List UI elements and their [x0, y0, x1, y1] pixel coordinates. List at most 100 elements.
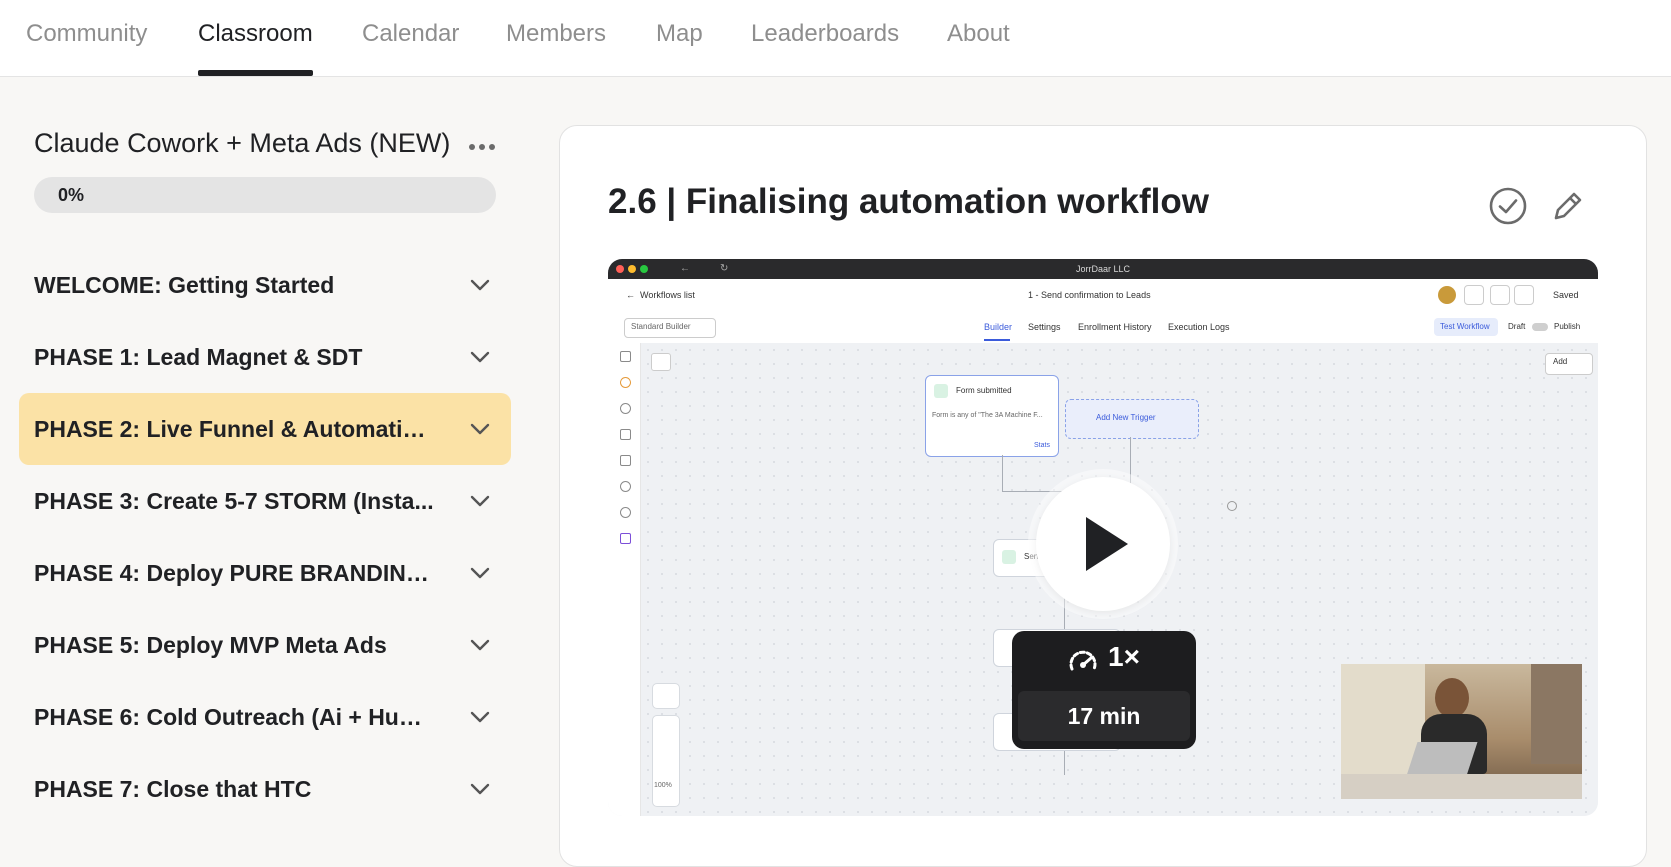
module-phase-4[interactable]: PHASE 4: Deploy PURE BRANDING ... [19, 537, 511, 609]
module-phase-6[interactable]: PHASE 6: Cold Outreach (Ai + Hum... [19, 681, 511, 753]
top-navigation: Community Classroom Calendar Members Map… [0, 0, 1671, 77]
screen-redo-icon [1514, 285, 1534, 305]
module-phase-2[interactable]: PHASE 2: Live Funnel & Automations [19, 393, 511, 465]
screen-side-rail [608, 343, 641, 816]
chevron-down-icon [470, 423, 490, 435]
lesson-title: 2.6 | Finalising automation workflow [608, 182, 1209, 221]
chevron-down-icon [470, 495, 490, 507]
screen-avatar [1438, 286, 1456, 304]
screen-rail-icon [620, 481, 631, 492]
screen-draft-label: Draft [1508, 322, 1526, 331]
webcam-desk [1341, 774, 1582, 799]
screen-undo-icon [1490, 285, 1510, 305]
screen-tab-builder: Builder [984, 322, 1013, 332]
screen-add-button-label: Add [1553, 357, 1568, 366]
video-duration: 17 min [1067, 703, 1141, 729]
screen-app-header: ← Workflows list 1 - Send confirmation t… [608, 279, 1598, 314]
module-phase-5[interactable]: PHASE 5: Deploy MVP Meta Ads [19, 609, 511, 681]
chevron-down-icon [470, 567, 490, 579]
screen-rail-icon [620, 429, 631, 440]
tab-map[interactable]: Map [656, 18, 703, 58]
module-welcome[interactable]: WELCOME: Getting Started [19, 249, 511, 321]
tab-community[interactable]: Community [26, 18, 147, 58]
screen-rail-icon [620, 403, 631, 414]
screen-tab-underline [984, 339, 1010, 341]
chevron-down-icon [470, 639, 490, 651]
tab-members[interactable]: Members [506, 18, 606, 58]
screen-rail-icon [620, 455, 631, 466]
screen-hand-tool-icon [652, 683, 680, 709]
module-label: PHASE 6: Cold Outreach (Ai + Hum... [34, 704, 434, 730]
tab-calendar[interactable]: Calendar [362, 18, 459, 58]
screen-tabs-row: Standard Builder Builder Settings Enroll… [608, 313, 1598, 344]
module-label: PHASE 2: Live Funnel & Automations [34, 416, 434, 442]
playback-info[interactable]: 1× 17 min [1012, 631, 1196, 749]
tab-classroom[interactable]: Classroom [198, 18, 313, 76]
screen-trigger-desc: Form is any of "The 3A Machine F... [932, 412, 1043, 419]
screen-rail-icon [620, 507, 631, 518]
mark-complete-icon[interactable] [1488, 186, 1528, 226]
screen-test-button-label: Test Workflow [1440, 322, 1490, 331]
screen-toolbar-icon [1464, 285, 1484, 305]
screen-back-link: Workflows list [640, 290, 695, 300]
screen-cursor-icon [1227, 501, 1237, 511]
playback-speed: 1× [1108, 641, 1140, 672]
webcam-person-head [1435, 678, 1469, 718]
screen-form-icon [934, 384, 948, 398]
progress-label: 0% [58, 185, 85, 205]
duration-panel: 17 min [1018, 691, 1190, 741]
module-phase-3[interactable]: PHASE 3: Create 5-7 STORM (Insta... [19, 465, 511, 537]
module-label: PHASE 7: Close that HTC [34, 776, 312, 802]
more-dot-icon [479, 144, 485, 150]
screen-email-icon [1002, 550, 1016, 564]
course-title: Claude Cowork + Meta Ads (NEW) [34, 128, 451, 158]
chevron-down-icon [470, 279, 490, 291]
screen-trigger-node: Form submitted Form is any of "The 3A Ma… [925, 375, 1059, 457]
play-icon [1086, 517, 1128, 571]
chevron-down-icon [470, 351, 490, 363]
tab-leaderboards[interactable]: Leaderboards [751, 18, 899, 58]
screen-connector [1002, 455, 1003, 491]
module-label: PHASE 3: Create 5-7 STORM (Insta... [34, 488, 434, 514]
more-dot-icon [469, 144, 475, 150]
tab-about[interactable]: About [947, 18, 1010, 58]
screen-builder-select-label: Standard Builder [631, 322, 691, 331]
screen-add-trigger-node: Add New Trigger [1065, 399, 1199, 439]
screen-rail-icon [620, 351, 631, 362]
screen-zoom-level: 100% [654, 782, 672, 789]
chevron-down-icon [470, 783, 490, 795]
screen-trigger-title: Form submitted [956, 386, 1012, 395]
screen-add-trigger-label: Add New Trigger [1096, 413, 1156, 422]
screen-tab-enrollment: Enrollment History [1078, 322, 1152, 332]
screen-saved-status: Saved [1553, 290, 1579, 300]
module-label: PHASE 4: Deploy PURE BRANDING ... [34, 560, 434, 586]
course-progress-bar: 0% [34, 177, 496, 213]
webcam-window [1531, 664, 1582, 764]
module-phase-7[interactable]: PHASE 7: Close that HTC [19, 753, 511, 825]
screen-keyboard-icon [651, 353, 671, 371]
module-label: WELCOME: Getting Started [34, 272, 335, 298]
screen-tab-execution: Execution Logs [1168, 322, 1230, 332]
speed-gauge-icon [1069, 650, 1097, 671]
screen-tab-settings: Settings [1028, 322, 1061, 332]
screen-stats-link: Stats [1034, 442, 1050, 449]
screen-window-bar: ← ↻ JorrDaar LLC [608, 259, 1598, 279]
edit-pencil-icon[interactable] [1548, 186, 1588, 226]
screen-workflow-name: 1 - Send confirmation to Leads [1028, 290, 1151, 300]
screen-zoom-controls: 100% [652, 715, 680, 807]
module-phase-1[interactable]: PHASE 1: Lead Magnet & SDT [19, 321, 511, 393]
more-options-button[interactable] [465, 134, 499, 158]
screen-back-arrow-icon: ← [626, 290, 635, 300]
screen-rail-icon [620, 377, 631, 388]
webcam-overlay [1341, 664, 1582, 799]
lesson-card: 2.6 | Finalising automation workflow ← ↻… [559, 125, 1647, 867]
screen-window-title: JorrDaar LLC [1075, 264, 1131, 274]
video-player[interactable]: ← ↻ JorrDaar LLC ← Workflows list 1 - Se… [608, 259, 1598, 816]
play-button[interactable] [1036, 477, 1170, 611]
module-label: PHASE 5: Deploy MVP Meta Ads [34, 632, 387, 658]
screen-publish-label: Publish [1554, 322, 1581, 331]
screen-rail-icon [620, 533, 631, 544]
more-dot-icon [489, 144, 495, 150]
screen-draft-toggle [1532, 323, 1548, 331]
module-label: PHASE 1: Lead Magnet & SDT [34, 344, 363, 370]
